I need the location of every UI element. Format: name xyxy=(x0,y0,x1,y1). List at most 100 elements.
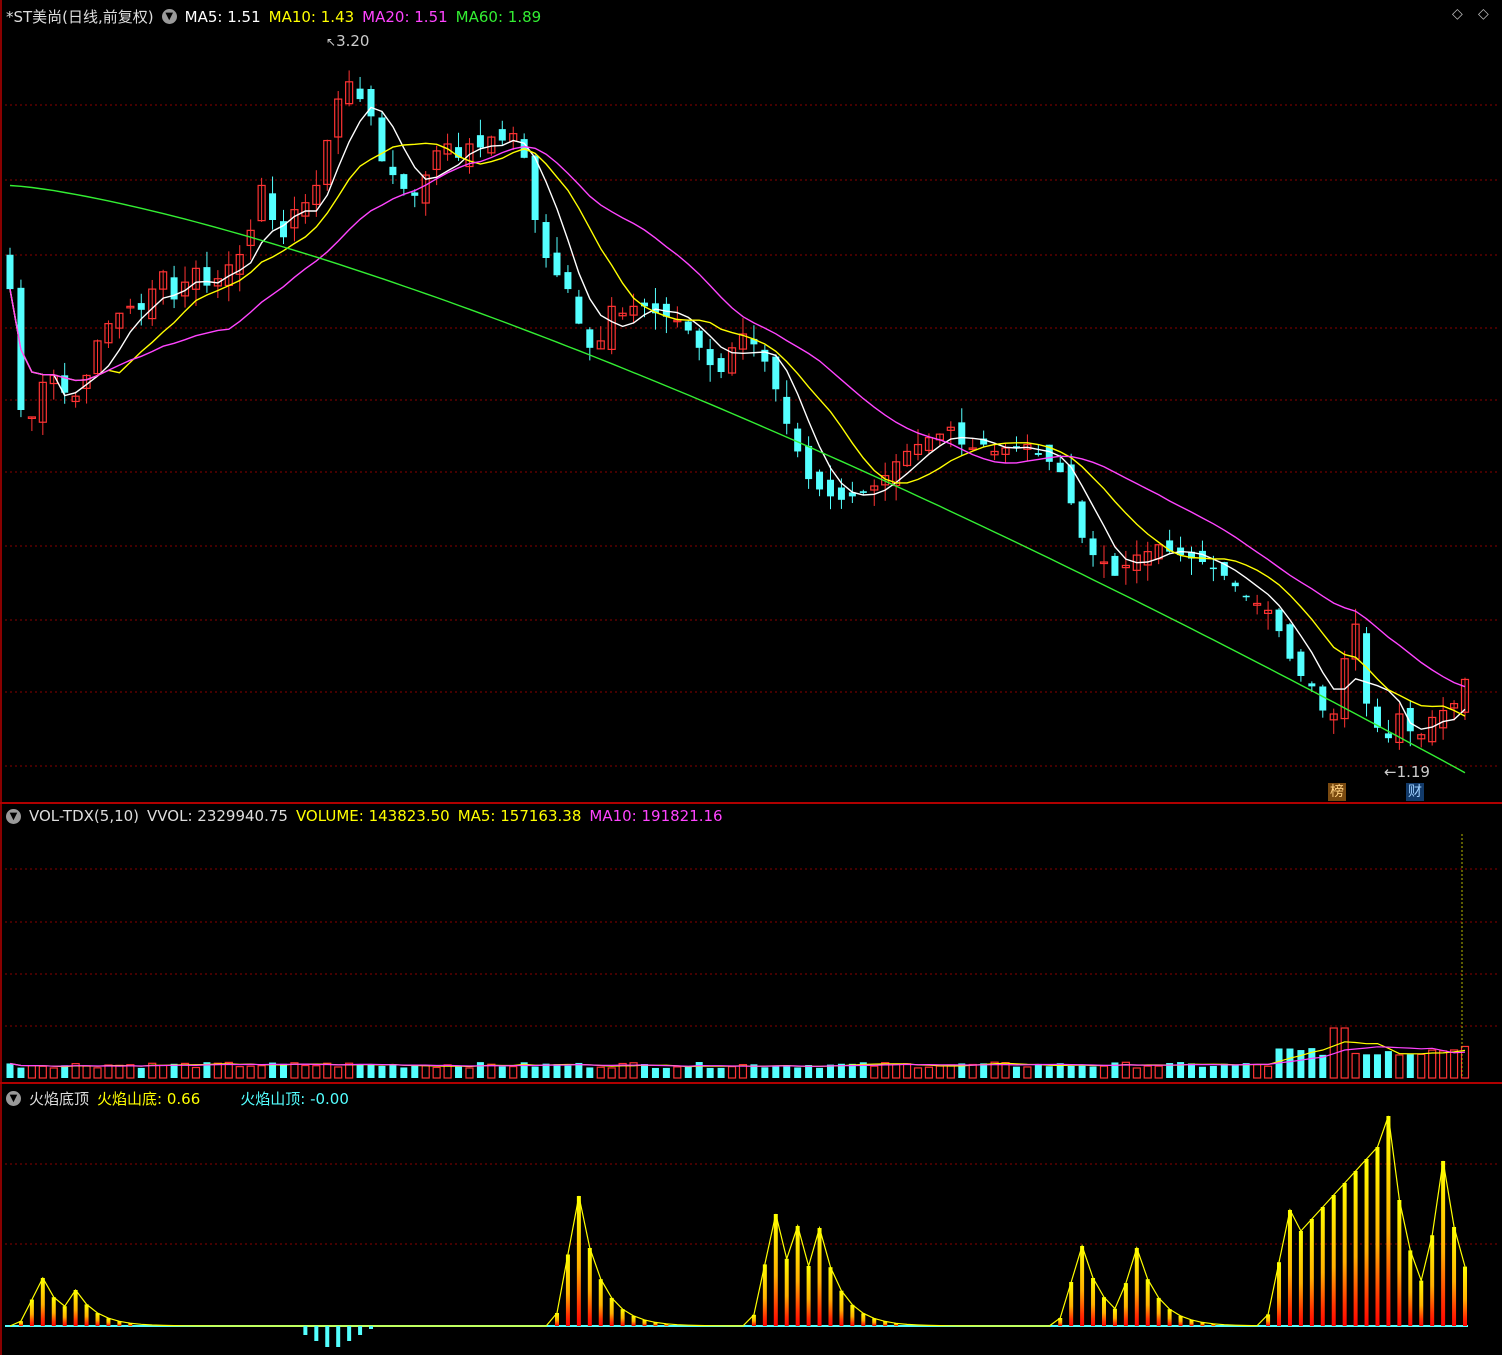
flame-top-value: 火焰山顶: -0.00 xyxy=(240,1090,349,1108)
flame-top-bar xyxy=(325,1326,330,1347)
volume-bar-down xyxy=(400,1067,408,1078)
flame-bottom-bar xyxy=(51,1297,56,1326)
volume-bar-down xyxy=(717,1067,725,1078)
volume-bar-up xyxy=(1099,1065,1109,1079)
flame-bottom-bar xyxy=(62,1306,67,1326)
high-price-label: ↖3.20 xyxy=(326,32,370,50)
flame-chart[interactable] xyxy=(0,1084,1502,1355)
volume-bar-up xyxy=(1351,1052,1360,1079)
volume-bar-down xyxy=(1034,1063,1042,1078)
candle-down xyxy=(498,129,506,141)
volume-chart[interactable] xyxy=(0,804,1502,1082)
volume-ma10: MA10: 191821.16 xyxy=(589,807,723,825)
candle-down xyxy=(531,155,539,220)
volume-bar-down xyxy=(1188,1063,1196,1078)
candle-down xyxy=(203,267,211,286)
volume-bar-down xyxy=(641,1064,649,1078)
volume-bar-down xyxy=(684,1066,692,1078)
candle-down xyxy=(1286,624,1294,659)
finance-marker[interactable]: 财 xyxy=(1406,783,1424,801)
flame-top-bar xyxy=(369,1326,374,1329)
volume-bar-up xyxy=(968,1063,977,1079)
candle-down xyxy=(137,303,145,310)
volume-bar-up xyxy=(301,1064,310,1079)
restore-icon[interactable]: ◇ xyxy=(1452,6,1463,22)
candle-down xyxy=(837,487,845,500)
flame-top-bar xyxy=(314,1326,319,1341)
volume-bar-up xyxy=(104,1064,113,1079)
flame-bottom-bar xyxy=(1364,1159,1369,1326)
volume-bar-up xyxy=(27,1065,36,1079)
ma5-line xyxy=(9,106,1466,730)
candle-down xyxy=(586,329,594,348)
flame-bottom-bar xyxy=(1375,1147,1380,1326)
volume-bar-up xyxy=(257,1065,266,1079)
flame-toggle-icon[interactable]: ▼ xyxy=(6,1091,21,1106)
flame-bottom-bar xyxy=(84,1304,89,1326)
volume-bar-down xyxy=(1363,1054,1371,1078)
volume-bar-down xyxy=(783,1065,791,1078)
volume-bar-up xyxy=(443,1064,452,1079)
volume-bar-up xyxy=(673,1066,682,1079)
flame-bottom-bar xyxy=(861,1313,866,1326)
candle-down xyxy=(1242,595,1250,598)
stock-title[interactable]: *ST美尚(日线,前复权) xyxy=(6,6,154,27)
volume-bar-down xyxy=(531,1066,539,1078)
volume-bar-down xyxy=(279,1063,287,1078)
ma10-legend: MA10: 1.43 xyxy=(268,7,355,26)
ranking-marker[interactable]: 榜 xyxy=(1328,783,1346,801)
flame-bottom-bar xyxy=(1397,1200,1402,1326)
candle-down xyxy=(575,296,583,324)
volume-panel[interactable]: ▼ VOL-TDX(5,10) VVOL: 2329940.75 VOLUME:… xyxy=(0,804,1502,1082)
volume-bar-down xyxy=(1373,1054,1381,1078)
flame-bottom-bar xyxy=(806,1266,811,1326)
ma5-legend: MA5: 1.51 xyxy=(184,7,261,26)
volume-bar-up xyxy=(1143,1065,1152,1079)
volume-ma5: MA5: 157163.38 xyxy=(457,807,582,825)
candle-down xyxy=(1034,453,1042,455)
candlestick-chart[interactable] xyxy=(0,0,1502,802)
volume-bar-up xyxy=(1132,1067,1141,1079)
volume-bar-down xyxy=(137,1067,145,1078)
candle-down xyxy=(717,358,725,372)
flame-bottom-bar xyxy=(587,1248,592,1326)
flame-bottom-bar xyxy=(620,1309,625,1326)
flame-bottom-bar xyxy=(1167,1309,1172,1326)
volume-title[interactable]: VOL-TDX(5,10) xyxy=(29,807,139,825)
flame-title[interactable]: 火焰底顶 xyxy=(29,1088,89,1109)
flame-bottom-bar xyxy=(1101,1297,1106,1326)
price-panel[interactable]: *ST美尚(日线,前复权) ▼ MA5: 1.51 MA10: 1.43 MA2… xyxy=(0,0,1502,802)
ma20-legend: MA20: 1.51 xyxy=(362,7,448,26)
volume-bar-up xyxy=(1395,1054,1404,1079)
flame-bottom-bar xyxy=(1178,1315,1183,1326)
candle-down xyxy=(1275,609,1283,632)
candle-down xyxy=(816,471,824,490)
volume-toggle-icon[interactable]: ▼ xyxy=(6,808,21,824)
expand-icon[interactable]: ◇ xyxy=(1478,6,1489,22)
volume-bar-up xyxy=(1023,1066,1032,1079)
flame-bottom-bar xyxy=(1463,1266,1467,1326)
volume-bar-down xyxy=(367,1064,375,1078)
volume-bar-down xyxy=(662,1067,670,1078)
flame-bottom-bar xyxy=(1277,1262,1282,1326)
volume-bar-down xyxy=(772,1066,780,1078)
volume-bar-down xyxy=(805,1065,813,1078)
flame-top-bar xyxy=(303,1326,308,1335)
flame-bottom-bar xyxy=(106,1318,111,1326)
flame-bottom-bar xyxy=(773,1214,778,1326)
volume-bar-down xyxy=(1198,1066,1206,1078)
indicator-toggle-icon[interactable]: ▼ xyxy=(161,9,177,24)
volume-bar-up xyxy=(607,1067,616,1079)
flame-bottom-bar xyxy=(1441,1161,1446,1326)
volume-bar-down xyxy=(1384,1051,1392,1078)
flame-bottom-value: 火焰山底: 0.66 xyxy=(97,1090,201,1108)
volume-bar-down xyxy=(564,1065,572,1078)
candle-down xyxy=(783,396,791,424)
flame-bottom-bar xyxy=(872,1318,877,1326)
flame-bottom-bar xyxy=(73,1290,78,1326)
candle-down xyxy=(1198,550,1206,562)
candle-down xyxy=(1056,462,1064,473)
candle-down xyxy=(1111,555,1119,576)
flame-bottom-bar xyxy=(1353,1171,1358,1326)
flame-indicator-panel[interactable]: ▼ 火焰底顶 火焰山底: 0.66 火焰山顶: -0.00 xyxy=(0,1084,1502,1355)
